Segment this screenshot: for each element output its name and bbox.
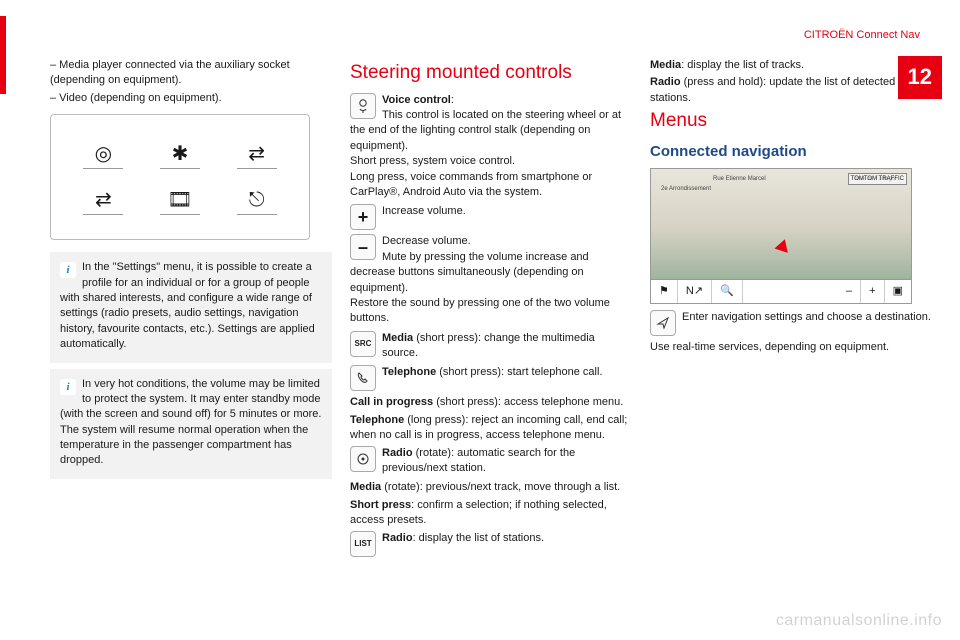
traffic-badge: TOMTOM TRAFFIC — [848, 173, 907, 185]
increase-volume-text: Increase volume. — [382, 205, 466, 217]
dial-icon — [350, 446, 376, 472]
minus-icon: – — [350, 234, 376, 260]
usb-icon: ⇄ — [237, 139, 277, 169]
zoom-out-button[interactable]: – — [838, 280, 861, 303]
call-in-progress-text: Call in progress (short press): access t… — [350, 395, 632, 410]
telephone-icon — [350, 365, 376, 391]
aux-icon: ⎋ — [237, 185, 277, 215]
info-icon: i — [60, 379, 76, 395]
bullet-video: – Video (depending on equipment). — [50, 91, 332, 106]
flag-icon[interactable]: ⚑ — [651, 280, 678, 303]
info-icon: i — [60, 262, 76, 278]
info-settings-profile: i In the "Settings" menu, it is possible… — [50, 252, 332, 362]
list-icon: LIST — [350, 531, 376, 557]
nav-body-text: Use real-time services, depending on equ… — [650, 340, 932, 355]
video-icon: 🎞 — [160, 185, 200, 215]
telephone-long-press-text: Telephone (long press): reject an incomi… — [350, 413, 632, 444]
street-label-3: 2e Arrondissement — [661, 185, 711, 193]
steering-controls-heading: Steering mounted controls — [350, 60, 632, 87]
src-icon: SRC — [350, 331, 376, 357]
bullet-aux: – Media player connected via the auxilia… — [50, 58, 332, 89]
map-view: Rue Etienne Marcel Rue de Turbigo 2e Arr… — [650, 168, 912, 280]
content-columns: – Media player connected via the auxilia… — [50, 58, 932, 561]
voice-icon — [350, 93, 376, 119]
icon-row-1: ◎ ✱ ⇄ — [65, 139, 295, 169]
nav-arrow-icon — [650, 310, 676, 336]
column-1: – Media player connected via the auxilia… — [50, 58, 332, 561]
compass-icon[interactable]: N↗ — [678, 280, 712, 303]
connected-nav-heading: Connected navigation — [650, 141, 932, 162]
header-brand: CITROËN Connect Nav — [804, 28, 920, 43]
info-hot-conditions: i In very hot conditions, the volume may… — [50, 369, 332, 479]
column-3: Media: display the list of tracks. Radio… — [650, 58, 932, 561]
media-top-text: Media: display the list of tracks. — [650, 58, 932, 73]
telephone-short-press-text: Telephone (short press): start telephone… — [382, 366, 603, 378]
info-settings-text: In the "Settings" menu, it is possible t… — [60, 261, 315, 350]
bluetooth-icon: ✱ — [160, 139, 200, 169]
view-toggle-icon[interactable]: ▣ — [885, 280, 911, 303]
map-toolbar: ⚑ N↗ 🔍 – + ▣ — [650, 280, 912, 304]
radio-icon: ◎ — [83, 139, 123, 169]
watermark: carmanualsonline.info — [776, 610, 942, 632]
search-icon[interactable]: 🔍 — [712, 280, 743, 303]
media-short-press-text: Media (short press): change the multimed… — [382, 332, 595, 359]
usb2-icon: ⇄ — [83, 185, 123, 215]
plus-icon: + — [350, 204, 376, 230]
vehicle-marker-icon — [774, 237, 791, 253]
radio-top-text: Radio (press and hold): update the list … — [650, 75, 932, 106]
street-label-1: Rue Etienne Marcel — [713, 175, 766, 183]
menus-heading: Menus — [650, 108, 932, 135]
media-rotate-text: Media (rotate): previous/next track, mov… — [350, 480, 632, 495]
radio-list-text: Radio: display the list of stations. — [382, 532, 544, 544]
voice-control-label: Voice control — [382, 94, 451, 106]
decrease-volume-text: Decrease volume. Mute by pressing the vo… — [350, 235, 610, 324]
column-2: Steering mounted controls Voice control:… — [350, 58, 632, 561]
media-icon-panel: ◎ ✱ ⇄ ⇄ 🎞 ⎋ — [50, 114, 310, 240]
info-hot-text: In very hot conditions, the volume may b… — [60, 378, 321, 467]
radio-rotate-text: Radio (rotate): automatic search for the… — [382, 447, 575, 474]
icon-row-2: ⇄ 🎞 ⎋ — [65, 185, 295, 215]
nav-hint-text: Enter navigation settings and choose a d… — [682, 311, 931, 323]
nav-screenshot: Rue Etienne Marcel Rue de Turbigo 2e Arr… — [650, 168, 912, 304]
voice-control-body: This control is located on the steering … — [350, 109, 621, 198]
zoom-in-button[interactable]: + — [861, 280, 884, 303]
left-accent-bar — [0, 16, 6, 94]
short-press-text: Short press: confirm a selection; if not… — [350, 498, 632, 529]
